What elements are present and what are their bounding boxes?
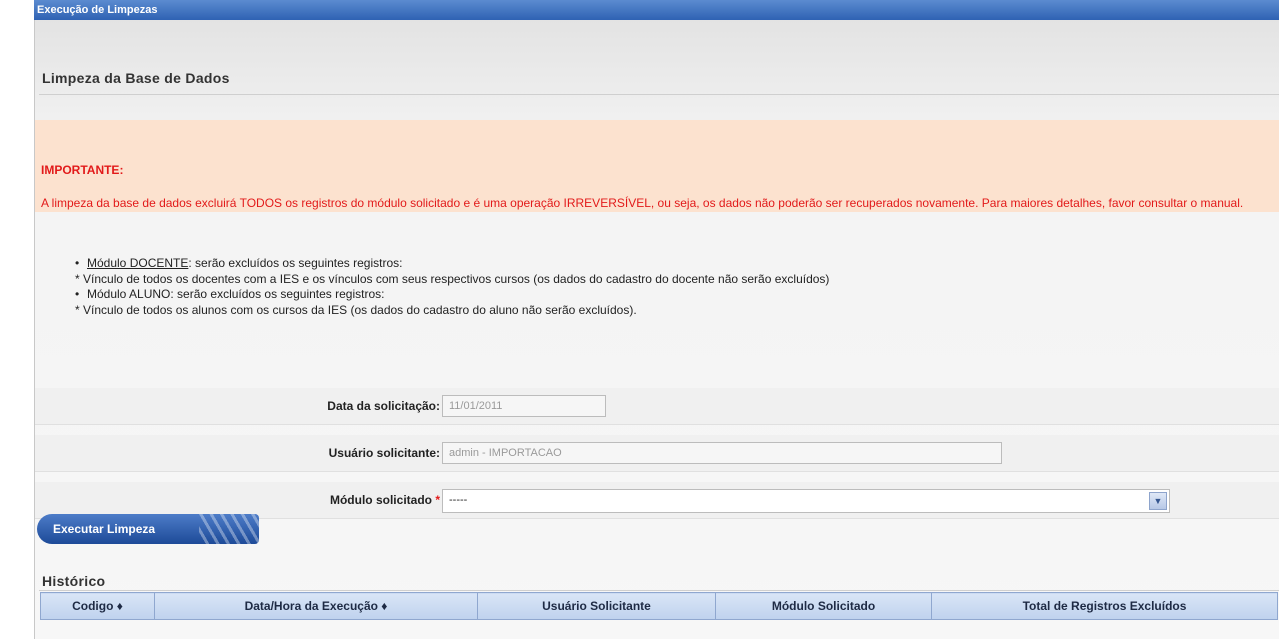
module-select-value: ----- bbox=[449, 494, 468, 506]
col-usuario: Usuário Solicitante bbox=[477, 592, 716, 620]
module-select[interactable]: ----- ▼ bbox=[442, 489, 1170, 513]
user-label: Usuário solicitante: bbox=[328, 446, 440, 460]
info-item-aluno: Módulo ALUNO: serão excluídos os seguint… bbox=[75, 287, 829, 303]
info-aluno-detail: * Vínculo de todos os alunos com os curs… bbox=[75, 302, 637, 317]
docente-text: : serão excluídos os seguintes registros… bbox=[188, 256, 403, 270]
history-header-row: Codigo ♦ Data/Hora da Execução ♦ Usuário… bbox=[40, 592, 1278, 620]
col-modulo: Módulo Solicitado bbox=[715, 592, 932, 620]
col-data-hora[interactable]: Data/Hora da Execução ♦ bbox=[154, 592, 478, 620]
form-row-user: Usuário solicitante: bbox=[35, 435, 1279, 472]
window-title: Execução de Limpezas bbox=[37, 4, 158, 16]
title-divider bbox=[39, 94, 1279, 95]
col-total: Total de Registros Excluídos bbox=[931, 592, 1278, 620]
page-title: Limpeza da Base de Dados bbox=[42, 70, 230, 86]
module-label: Módulo solicitado * bbox=[329, 493, 440, 507]
chevron-down-icon[interactable]: ▼ bbox=[1149, 492, 1167, 510]
info-item-docente: Módulo DOCENTE: serão excluídos os segui… bbox=[75, 256, 829, 272]
form-row-date: Data da solicitação: bbox=[35, 388, 1279, 425]
execute-cleanup-button[interactable]: Executar Limpeza bbox=[37, 514, 259, 544]
warning-title: IMPORTANTE: bbox=[41, 163, 124, 177]
date-label: Data da solicitação: bbox=[327, 399, 440, 413]
button-stripes-decoration bbox=[199, 514, 259, 544]
required-mark: * bbox=[435, 493, 440, 507]
history-table: Codigo ♦ Data/Hora da Execução ♦ Usuário… bbox=[40, 592, 1278, 620]
user-field[interactable] bbox=[442, 442, 1002, 464]
main-panel: Limpeza da Base de Dados IMPORTANTE: A l… bbox=[34, 20, 1279, 639]
history-divider bbox=[39, 590, 1279, 591]
date-field[interactable] bbox=[442, 395, 606, 417]
warning-text: A limpeza da base de dados excluirá TODO… bbox=[41, 196, 1244, 210]
col-codigo[interactable]: Codigo ♦ bbox=[40, 592, 155, 620]
execute-cleanup-label: Executar Limpeza bbox=[53, 522, 156, 536]
info-docente-detail: * Vínculo de todos os docentes com a IES… bbox=[75, 271, 830, 286]
docente-module-link[interactable]: Módulo DOCENTE bbox=[87, 256, 188, 270]
window-titlebar: Execução de Limpezas bbox=[0, 0, 1279, 20]
info-list: Módulo DOCENTE: serão excluídos os segui… bbox=[75, 256, 829, 318]
history-title: Histórico bbox=[42, 573, 106, 589]
